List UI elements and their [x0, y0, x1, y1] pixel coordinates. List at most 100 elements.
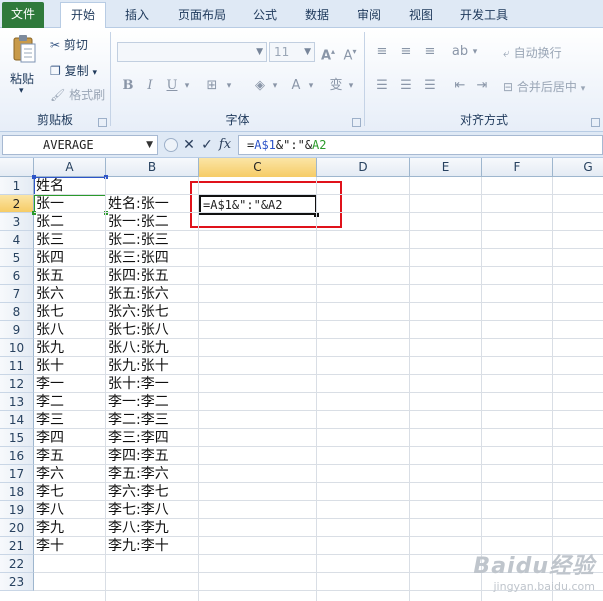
- cell-b9[interactable]: 张七:张八: [106, 321, 169, 339]
- tab-file[interactable]: 文件: [2, 2, 44, 28]
- cell-a10[interactable]: 张九: [34, 339, 64, 357]
- tab-review[interactable]: 审阅: [348, 3, 390, 28]
- grow-font-icon[interactable]: A▴: [317, 42, 339, 63]
- row-header-10[interactable]: 10: [0, 339, 34, 357]
- tab-page-layout[interactable]: 页面布局: [170, 3, 234, 28]
- row-header-14[interactable]: 14: [0, 411, 34, 429]
- copy-button[interactable]: ❐ 复制 ▾: [50, 62, 97, 79]
- align-top-icon[interactable]: ≡: [371, 42, 393, 62]
- cell-b13[interactable]: 李一:李二: [106, 393, 169, 411]
- cell-a14[interactable]: 李三: [34, 411, 64, 429]
- row-header-1[interactable]: 1: [0, 177, 34, 195]
- row-header-12[interactable]: 12: [0, 375, 34, 393]
- cell-b11[interactable]: 张九:张十: [106, 357, 169, 375]
- column-header-g[interactable]: G: [553, 158, 603, 177]
- align-middle-icon[interactable]: ≡: [395, 42, 417, 62]
- paste-button[interactable]: 粘贴: [10, 70, 34, 87]
- cell-a5[interactable]: 张四: [34, 249, 64, 267]
- tab-home[interactable]: 开始: [60, 2, 106, 28]
- tab-insert[interactable]: 插入: [115, 3, 159, 28]
- cell-b4[interactable]: 张二:张三: [106, 231, 169, 249]
- row-header-2[interactable]: 2: [0, 195, 34, 213]
- fill-color-icon[interactable]: ◈: [249, 76, 271, 96]
- row-header-5[interactable]: 5: [0, 249, 34, 267]
- font-name-combo[interactable]: ▼: [117, 42, 267, 62]
- borders-icon[interactable]: ⊞: [201, 76, 223, 96]
- cell-b12[interactable]: 张十:李一: [106, 375, 169, 393]
- chevron-down-icon[interactable]: ▾: [181, 76, 193, 96]
- column-header-e[interactable]: E: [410, 158, 482, 177]
- tab-developer[interactable]: 开发工具: [452, 3, 516, 28]
- cell-a15[interactable]: 李四: [34, 429, 64, 447]
- cut-button[interactable]: ✂ 剪切: [50, 36, 88, 53]
- row-header-7[interactable]: 7: [0, 285, 34, 303]
- cell-a18[interactable]: 李七: [34, 483, 64, 501]
- cell-b5[interactable]: 张三:张四: [106, 249, 169, 267]
- tab-view[interactable]: 视图: [400, 3, 442, 28]
- font-launcher-icon[interactable]: [352, 118, 361, 127]
- paste-dropdown-icon[interactable]: ▾: [19, 86, 24, 96]
- cell-b21[interactable]: 李九:李十: [106, 537, 169, 555]
- column-header-b[interactable]: B: [106, 158, 199, 177]
- phonetic-icon[interactable]: 变: [325, 76, 347, 96]
- row-header-6[interactable]: 6: [0, 267, 34, 285]
- chevron-down-icon[interactable]: ▾: [305, 76, 317, 96]
- increase-indent-icon[interactable]: ⇥: [471, 76, 493, 96]
- cell-b15[interactable]: 李三:李四: [106, 429, 169, 447]
- chevron-down-icon[interactable]: ▼: [146, 136, 153, 154]
- cell-b8[interactable]: 张六:张七: [106, 303, 169, 321]
- alignment-launcher-icon[interactable]: [591, 118, 600, 127]
- column-header-a[interactable]: A: [34, 158, 106, 177]
- row-header-22[interactable]: 22: [0, 555, 34, 573]
- align-left-icon[interactable]: ☰: [371, 76, 393, 96]
- column-header-c[interactable]: C: [199, 158, 317, 177]
- cell-a8[interactable]: 张七: [34, 303, 64, 321]
- row-header-18[interactable]: 18: [0, 483, 34, 501]
- cell-a7[interactable]: 张六: [34, 285, 64, 303]
- clipboard-launcher-icon[interactable]: [98, 118, 107, 127]
- font-size-combo[interactable]: 11 ▼: [269, 42, 315, 62]
- cell-b20[interactable]: 李八:李九: [106, 519, 169, 537]
- cell-b10[interactable]: 张八:张九: [106, 339, 169, 357]
- orientation-icon[interactable]: ab: [449, 42, 471, 62]
- bold-button[interactable]: B: [117, 76, 139, 96]
- tab-data[interactable]: 数据: [296, 3, 338, 28]
- cell-b16[interactable]: 李四:李五: [106, 447, 169, 465]
- row-header-19[interactable]: 19: [0, 501, 34, 519]
- cell-b3[interactable]: 张一:张二: [106, 213, 169, 231]
- cell-a17[interactable]: 李六: [34, 465, 64, 483]
- shrink-font-icon[interactable]: A▾: [339, 42, 361, 63]
- chevron-down-icon[interactable]: ▾: [345, 76, 357, 96]
- worksheet-grid[interactable]: ABCDEFG 1 2 3 4 5 6 7 8 9 10 11 12 13 14 15 16 17 18 19 20 2…: [0, 158, 603, 601]
- row-header-9[interactable]: 9: [0, 321, 34, 339]
- italic-button[interactable]: I: [139, 76, 161, 96]
- wrap-text-button[interactable]: ⤶ 自动换行: [503, 44, 562, 61]
- cell-a20[interactable]: 李九: [34, 519, 64, 537]
- row-header-8[interactable]: 8: [0, 303, 34, 321]
- cell-a11[interactable]: 张十: [34, 357, 64, 375]
- cell-a9[interactable]: 张八: [34, 321, 64, 339]
- cell-a16[interactable]: 李五: [34, 447, 64, 465]
- chevron-down-icon[interactable]: ▾: [269, 76, 281, 96]
- cell-area[interactable]: 姓名 张一 张二 张三 张四 张五 张六 张七 张八 张九 张十 李一 李二 李三 李四 李五 李六 李七 李八 李九…: [32, 175, 603, 601]
- cell-b7[interactable]: 张五:张六: [106, 285, 169, 303]
- decrease-indent-icon[interactable]: ⇤: [449, 76, 471, 96]
- cell-b17[interactable]: 李五:李六: [106, 465, 169, 483]
- cell-a6[interactable]: 张五: [34, 267, 64, 285]
- cell-a19[interactable]: 李八: [34, 501, 64, 519]
- cell-b2[interactable]: 姓名:张一: [106, 195, 169, 213]
- cell-b18[interactable]: 李六:李七: [106, 483, 169, 501]
- row-header-3[interactable]: 3: [0, 213, 34, 231]
- cell-a4[interactable]: 张三: [34, 231, 64, 249]
- font-color-icon[interactable]: A: [285, 76, 307, 96]
- tab-formulas[interactable]: 公式: [244, 3, 286, 28]
- row-header-13[interactable]: 13: [0, 393, 34, 411]
- row-header-23[interactable]: 23: [0, 573, 34, 591]
- align-bottom-icon[interactable]: ≡: [419, 42, 441, 62]
- cell-b14[interactable]: 李二:李三: [106, 411, 169, 429]
- row-header-21[interactable]: 21: [0, 537, 34, 555]
- select-all-corner[interactable]: [0, 158, 34, 177]
- enter-icon[interactable]: ✓: [198, 135, 216, 155]
- cell-b19[interactable]: 李七:李八: [106, 501, 169, 519]
- row-header-16[interactable]: 16: [0, 447, 34, 465]
